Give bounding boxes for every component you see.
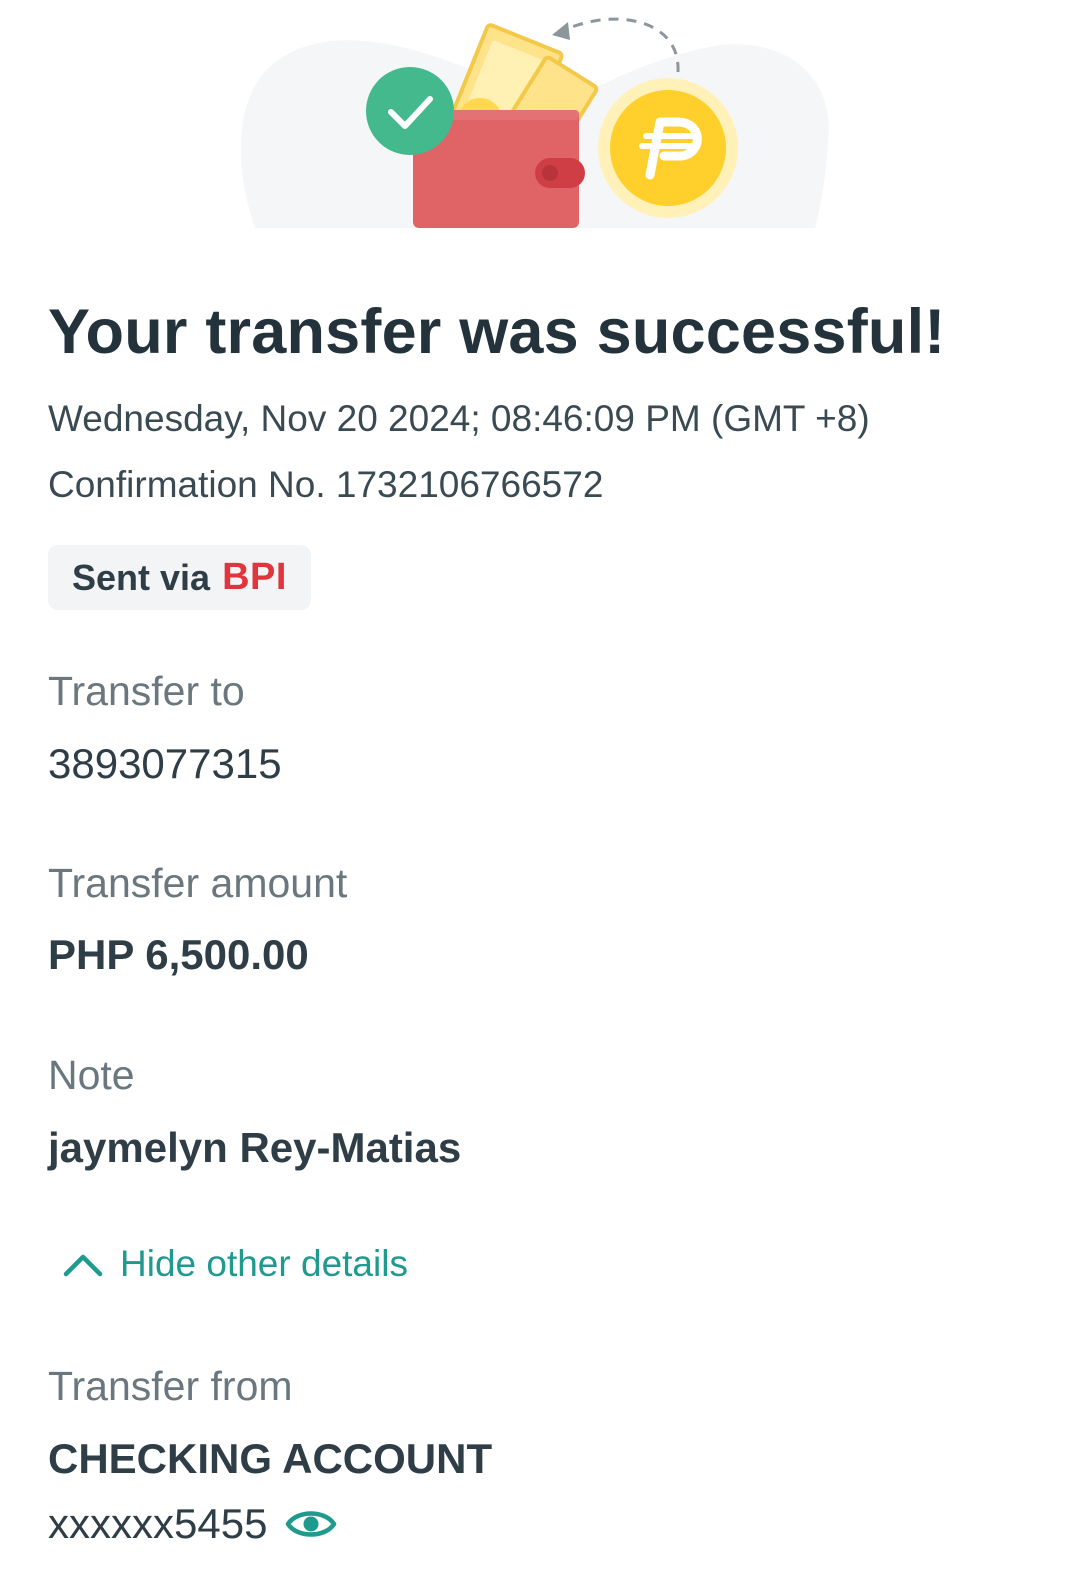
transfer-from-label: Transfer from xyxy=(48,1363,293,1409)
transfer-to-value: 3893077315 xyxy=(48,740,282,787)
sent-via-label: Sent via xyxy=(72,556,211,598)
masked-account-number: xxxxxx5455 xyxy=(48,1500,268,1547)
sent-via-badge: Sent via BPI xyxy=(48,545,311,610)
transfer-to-label: Transfer to xyxy=(48,668,245,714)
chevron-up-icon xyxy=(63,1254,103,1277)
bank-logo: BPI xyxy=(222,556,287,598)
transaction-datetime: Wednesday, Nov 20 2024; 08:46:09 PM (GMT… xyxy=(48,398,870,439)
peso-coin-icon xyxy=(598,78,738,218)
account-type: CHECKING ACCOUNT xyxy=(48,1435,493,1482)
hide-details-toggle[interactable]: Hide other details xyxy=(62,1243,408,1285)
confirmation-number: Confirmation No. 1732106766572 xyxy=(48,464,604,505)
transfer-amount-value: PHP 6,500.00 xyxy=(48,931,309,978)
page-title: Your transfer was successful! xyxy=(48,297,946,367)
note-label: Note xyxy=(48,1052,135,1098)
eye-icon[interactable] xyxy=(285,1506,337,1542)
check-circle-icon xyxy=(366,67,454,155)
account-number-row: xxxxxx5455 xyxy=(48,1500,337,1548)
note-value: jaymelyn Rey-Matias xyxy=(48,1124,462,1171)
transfer-amount-label: Transfer amount xyxy=(48,860,348,906)
wallet-illustration xyxy=(240,17,829,228)
hide-details-label: Hide other details xyxy=(120,1243,408,1284)
